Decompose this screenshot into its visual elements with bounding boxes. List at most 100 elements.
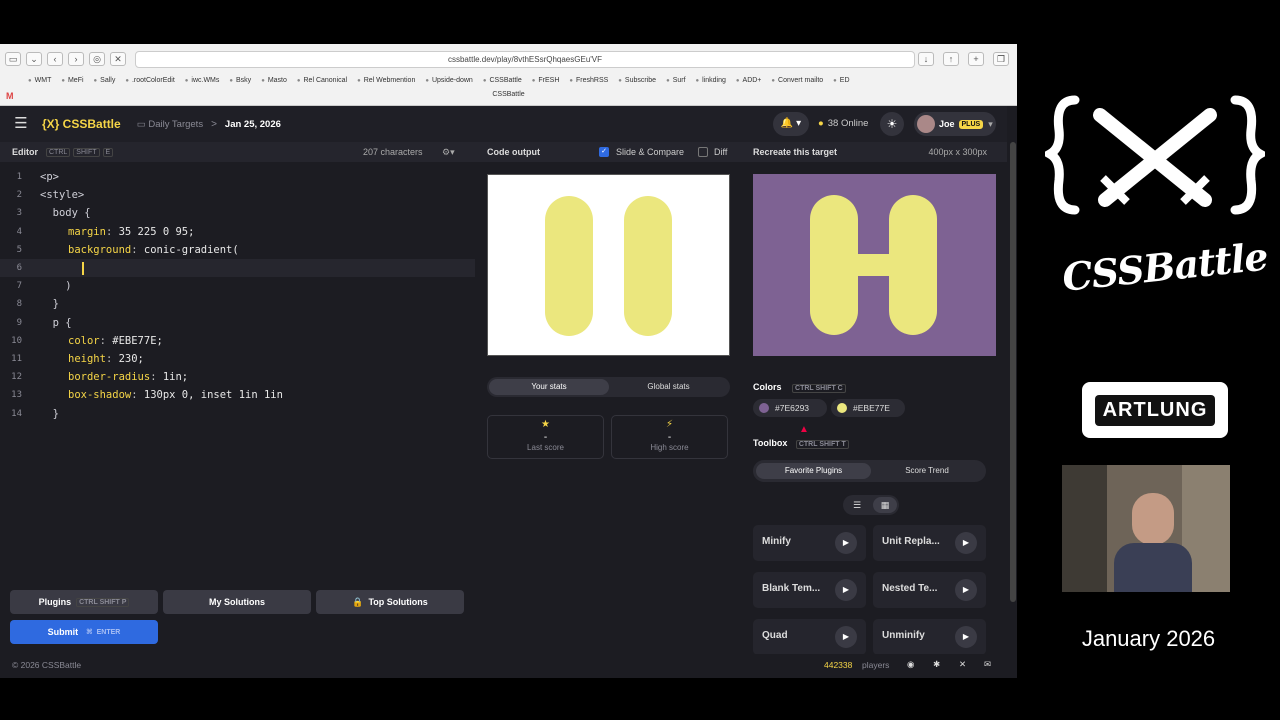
code-line[interactable]: 9 p {	[0, 314, 475, 332]
bookmark-item[interactable]: Surf	[666, 77, 686, 84]
breadcrumb-daily-targets[interactable]: ▭ Daily Targets	[137, 119, 203, 130]
code-text	[82, 259, 84, 277]
bookmark-item[interactable]: iwc.WMs	[185, 77, 219, 84]
code-text: margin: 35 225 0 95;	[68, 225, 195, 238]
webcam-bg-left	[1062, 465, 1107, 592]
line-number: 4	[16, 226, 22, 237]
code-text: )	[40, 277, 71, 295]
players-label: players	[862, 660, 890, 670]
bookmark-item[interactable]: linkding	[696, 77, 726, 84]
bookmark-item[interactable]: Convert mailto	[771, 77, 823, 84]
code-line[interactable]: 4 margin: 35 225 0 95;	[0, 223, 475, 241]
bookmark-item[interactable]: CSSBattle	[483, 77, 521, 84]
discord-icon[interactable]: ◉	[907, 659, 914, 670]
diff-checkbox[interactable]	[698, 147, 708, 157]
plugin-card[interactable]: Unit Repla... ▶	[873, 525, 986, 561]
dropdown-icon[interactable]: ⌄	[26, 52, 42, 66]
back-icon[interactable]: ‹	[47, 52, 63, 66]
line-number: 7	[16, 281, 22, 292]
plugin-card[interactable]: Nested Te... ▶	[873, 572, 986, 608]
plugins-button[interactable]: Plugins CTRL SHIFT P	[10, 590, 158, 614]
download-icon[interactable]: ↓	[918, 52, 934, 66]
tab-score-trend[interactable]: Score Trend	[871, 463, 983, 479]
bookmark-item[interactable]: WMT	[28, 77, 52, 84]
code-line[interactable]: 6	[0, 259, 475, 277]
menu-icon[interactable]: ☰	[10, 113, 32, 135]
extension-icon-2[interactable]: ✕	[110, 52, 126, 66]
bookmark-item[interactable]: Rel Canonical	[297, 77, 348, 84]
plugin-card[interactable]: Quad ▶	[753, 619, 866, 655]
new-tab-icon[interactable]: +	[968, 52, 984, 66]
code-line[interactable]: 10 color: #EBE77E;	[0, 332, 475, 350]
bookmark-item[interactable]: Masto	[261, 77, 287, 84]
my-solutions-button[interactable]: My Solutions	[163, 590, 311, 614]
address-bar[interactable]: cssbattle.dev/play/8vthESsrQhqaesGEu'VF	[135, 51, 915, 68]
code-line[interactable]: 8 }	[0, 295, 475, 313]
extension-icon[interactable]: ◎	[89, 52, 105, 66]
plugin-card[interactable]: Minify ▶	[753, 525, 866, 561]
code-output-canvas[interactable]	[487, 174, 730, 356]
page-scrollbar[interactable]	[1010, 142, 1016, 602]
cssbattle-logo[interactable]: {X} CSSBattle	[42, 117, 121, 131]
bookmark-item[interactable]: Sally	[94, 77, 115, 84]
code-line[interactable]: 5 background: conic-gradient(	[0, 241, 475, 259]
toolbox-title: Toolbox	[753, 438, 788, 448]
code-line[interactable]: 14 }	[0, 405, 475, 423]
theme-toggle-button[interactable]: ☀	[880, 112, 904, 136]
play-icon[interactable]: ▶	[835, 579, 857, 601]
editor-settings-icon[interactable]: ⚙▾	[442, 147, 455, 158]
x-icon[interactable]: ✕	[959, 659, 966, 670]
bookmark-item[interactable]: .rootColorEdit	[125, 77, 175, 84]
submit-button[interactable]: Submit ⌘ ENTER	[10, 620, 158, 644]
share-icon[interactable]: ↑	[943, 52, 959, 66]
bookmark-item[interactable]: FreshRSS	[569, 77, 608, 84]
top-solutions-button[interactable]: 🔒 Top Solutions	[316, 590, 464, 614]
code-line[interactable]: 2 <style>	[0, 186, 475, 204]
code-editor[interactable]: 1 <p> 2 <style> 3 body { 4 margin: 35 225 0 95…	[0, 162, 475, 576]
bookmark-item[interactable]: Rel Webmention	[357, 77, 416, 84]
tabs-overview-icon[interactable]: ❐	[993, 52, 1009, 66]
code-line[interactable]: 1 <p>	[0, 168, 475, 186]
high-score-value: -	[667, 432, 672, 443]
plugin-card[interactable]: Unminify ▶	[873, 619, 986, 655]
grid-view-icon[interactable]: ▦	[873, 497, 897, 513]
colors-heading: Colors CTRL SHIFT C	[753, 382, 846, 393]
play-icon[interactable]: ▶	[955, 579, 977, 601]
tab-your-stats[interactable]: Your stats	[489, 379, 609, 395]
color-swatch-1[interactable]: #7E6293	[753, 399, 827, 417]
list-view-icon[interactable]: ☰	[845, 497, 869, 513]
plugin-card[interactable]: Blank Tem... ▶	[753, 572, 866, 608]
code-line[interactable]: 3 body {	[0, 204, 475, 222]
active-tab[interactable]: CSSBattle	[0, 91, 1017, 105]
bookmark-item[interactable]: Upside-down	[425, 77, 473, 84]
target-pill-right	[889, 195, 937, 335]
bookmark-item[interactable]: ED	[833, 77, 850, 84]
bookmark-item[interactable]: Bsky	[229, 77, 251, 84]
user-menu[interactable]: Joe PLUS ▾	[914, 112, 996, 136]
color-swatch-2[interactable]: #EBE77E	[831, 399, 905, 417]
notifications-button[interactable]: 🔔 ▾	[773, 112, 809, 136]
bookmark-item[interactable]: FrESH	[532, 77, 559, 84]
forward-icon[interactable]: ›	[68, 52, 84, 66]
code-line[interactable]: 11 height: 230;	[0, 350, 475, 368]
bookmark-item[interactable]: ADD+	[736, 77, 762, 84]
tab-favorite-plugins[interactable]: Favorite Plugins	[756, 463, 871, 479]
bookmark-item[interactable]: Subscribe	[618, 77, 656, 84]
play-icon[interactable]: ▶	[835, 532, 857, 554]
code-line[interactable]: 13 box-shadow: 130px 0, inset 1in 1in	[0, 386, 475, 404]
play-icon[interactable]: ▶	[835, 626, 857, 648]
bookmarks-bar: WMT MeFi Sally .rootColorEdit iwc.WMs Bsky Mas…	[28, 73, 1017, 87]
play-icon[interactable]: ▶	[955, 626, 977, 648]
target-canvas[interactable]	[753, 174, 996, 356]
code-line[interactable]: 12 border-radius: 1in;	[0, 368, 475, 386]
bookmark-item[interactable]: MeFi	[61, 77, 84, 84]
code-line[interactable]: 7 )	[0, 277, 475, 295]
play-icon[interactable]: ▶	[955, 532, 977, 554]
bluesky-icon[interactable]: ✱	[933, 659, 940, 670]
sidebar-toggle-icon[interactable]: ▭	[5, 52, 21, 66]
star-icon: ★	[541, 419, 550, 430]
mail-icon[interactable]: ✉	[984, 659, 991, 670]
slide-compare-checkbox[interactable]: ✓	[599, 147, 609, 157]
plugin-name: Nested Te...	[882, 583, 938, 594]
tab-global-stats[interactable]: Global stats	[609, 379, 728, 395]
